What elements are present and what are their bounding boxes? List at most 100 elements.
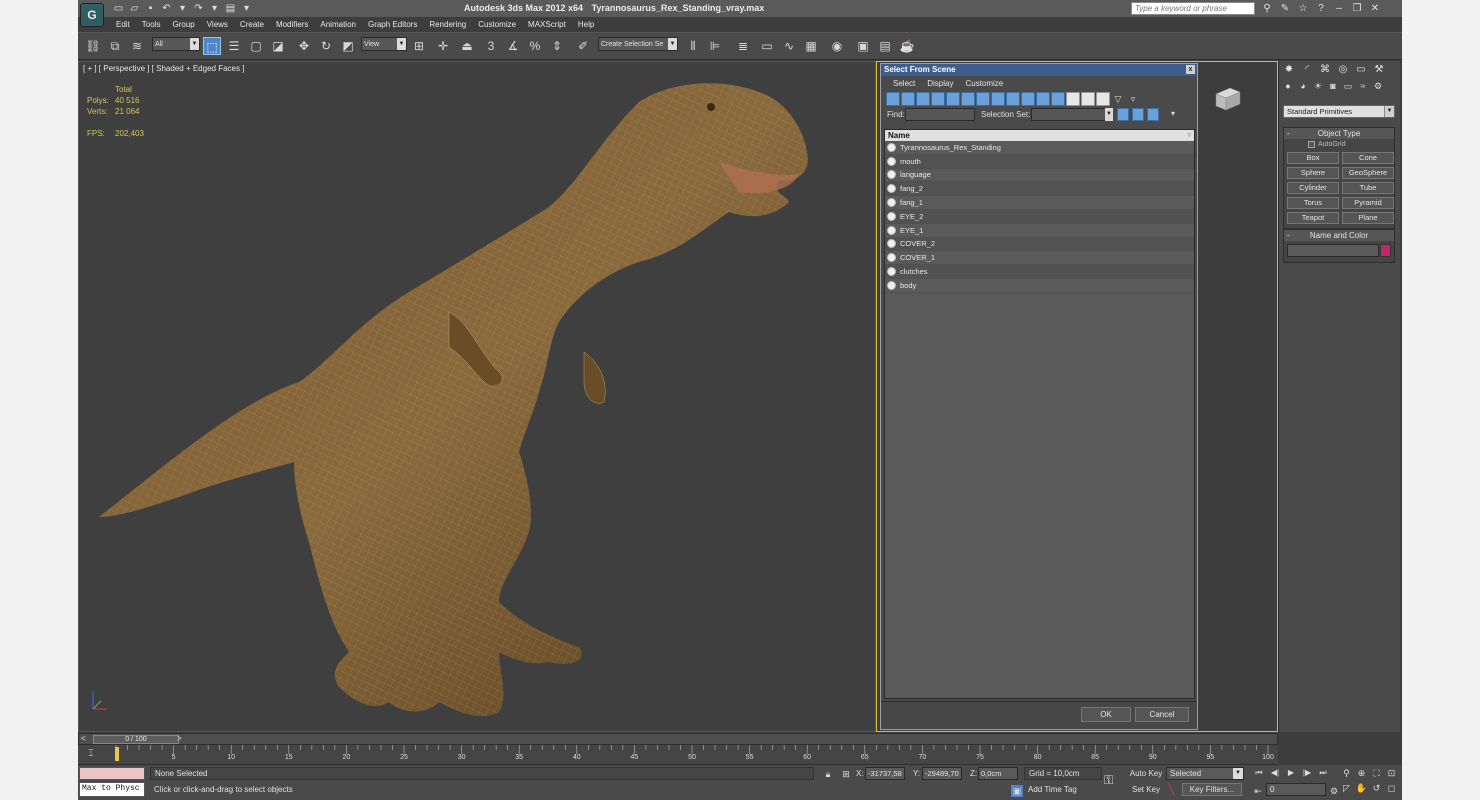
current-frame-input[interactable]: 0 [1266,783,1326,796]
filter-funnel-icon[interactable]: ▽ [1111,92,1125,106]
list-item[interactable]: COVER_1 [885,251,1194,266]
select-and-scale-icon[interactable]: ◩ [339,37,357,55]
geometry-category-icon[interactable]: ● [1281,79,1295,93]
display-groups-icon[interactable] [976,91,990,106]
window-crossing-icon[interactable]: ◪ [269,37,287,55]
next-key-icon[interactable]: |▶ [1300,767,1314,779]
box-button[interactable]: Box [1287,152,1339,164]
render-setup-icon[interactable]: ▣ [854,37,872,55]
restore-icon[interactable]: ❐ [1350,2,1364,16]
absolute-mode-icon[interactable]: ⊞ [840,768,852,780]
list-item[interactable]: body [885,279,1194,293]
display-all-icon[interactable] [1066,91,1080,106]
pyramid-button[interactable]: Pyramid [1342,197,1394,209]
edit-named-selection-icon[interactable]: ✐ [574,37,592,55]
lights-category-icon[interactable]: ☀ [1311,79,1325,93]
sphere-button[interactable]: Sphere [1287,167,1339,179]
find-input[interactable] [905,108,975,121]
list-item[interactable]: mouth [885,154,1194,169]
list-item[interactable]: Tyrannosaurus_Rex_Standing [885,141,1194,155]
primitive-type-dropdown[interactable]: Standard Primitives ▼ [1283,105,1395,118]
display-tab-icon[interactable]: ▭ [1353,63,1369,77]
zoom-extents-all-icon[interactable]: ⊡ [1385,767,1398,780]
maxscript-mini-listener[interactable]: Max to Physc [79,782,145,797]
reference-coordinate-dropdown[interactable]: View ▼ [361,37,407,51]
search-input[interactable]: Type a keyword or phrase [1131,2,1255,15]
field-of-view-icon[interactable]: ◸ [1340,782,1353,795]
autogrid-checkbox[interactable]: AutoGrid [1284,139,1394,150]
add-time-tag[interactable]: Add Time Tag [1028,785,1077,794]
menu-edit[interactable]: Edit [110,18,136,32]
layer-manager-icon[interactable]: ≣ [734,37,752,55]
material-editor-icon[interactable]: ◉ [828,37,846,55]
mini-curve-editor-icon[interactable]: ⌶ [84,748,98,760]
go-to-start-icon[interactable]: ⏮ [1252,767,1266,779]
set-key-pencil-icon[interactable]: ╲ [1168,783,1175,796]
customize-qat-icon[interactable]: ▾ [240,2,253,15]
unlink-icon[interactable]: ⧉ [106,37,124,55]
list-item[interactable]: fang_1 [885,196,1194,210]
filter-options-icon[interactable]: ▿ [1126,92,1140,106]
menu-tools[interactable]: Tools [136,18,167,32]
helpers-category-icon[interactable]: ▭ [1341,79,1355,93]
name-and-color-header[interactable]: - Name and Color [1284,230,1394,241]
menu-create[interactable]: Create [234,18,270,32]
list-item[interactable]: EYE_2 [885,209,1194,224]
link-icon[interactable]: ⛓ [84,37,102,55]
align-icon[interactable]: ⊫ [706,37,724,55]
redo-dropdown-icon[interactable]: ▾ [208,2,221,15]
ok-button[interactable]: OK [1081,707,1131,722]
selection-lock-icon[interactable]: 🔒︎ [822,768,834,780]
display-invert-icon[interactable] [1096,91,1110,106]
select-all-icon[interactable] [1117,108,1129,121]
menu-animation[interactable]: Animation [314,18,362,32]
list-item[interactable]: fang_2 [885,182,1194,197]
pan-icon[interactable]: ✋ [1355,782,1368,795]
save-file-icon[interactable]: ▪ [144,2,157,15]
menu-group[interactable]: Group [166,18,200,32]
y-coordinate-input[interactable]: -29489,70 [922,767,962,780]
display-xrefs-icon[interactable] [991,91,1005,106]
display-space-warps-icon[interactable] [961,91,975,106]
help-icon[interactable]: ? [1314,2,1328,16]
tube-button[interactable]: Tube [1342,182,1394,194]
menu-graph-editors[interactable]: Graph Editors [362,18,423,32]
select-invert-icon[interactable] [1147,108,1159,121]
set-key-button[interactable]: Set Key [1128,783,1164,796]
display-lights-icon[interactable] [916,91,930,106]
t-rex-model[interactable] [79,62,877,733]
shapes-category-icon[interactable]: ◕ [1296,79,1310,93]
x-coordinate-input[interactable]: -31737,58 [865,767,905,780]
display-none-icon[interactable] [1081,91,1095,106]
maxscript-listener-output[interactable] [79,767,145,780]
key-mode-dropdown[interactable]: Selected ▼ [1166,767,1244,780]
cone-button[interactable]: Cone [1342,152,1394,164]
display-containers-icon[interactable] [1021,91,1035,106]
cameras-category-icon[interactable]: ◙ [1326,79,1340,93]
chevron-down-icon[interactable]: ▼ [1105,108,1113,121]
key-mode-toggle-icon[interactable]: ⇤ [1252,785,1264,797]
snaps-toggle-icon[interactable]: 3 [482,37,500,55]
key-icon[interactable]: ⚿ [1104,773,1113,788]
menu-maxscript[interactable]: MAXScript [522,18,572,32]
render-production-icon[interactable]: ☕ [898,37,916,55]
hierarchy-tab-icon[interactable]: ⌘ [1317,63,1333,77]
previous-frame-button[interactable]: < [81,734,86,743]
viewcube-icon[interactable] [1212,84,1242,112]
modify-tab-icon[interactable]: ◜ [1299,63,1315,77]
display-frozen-icon[interactable] [1036,91,1050,106]
cylinder-button[interactable]: Cylinder [1287,182,1339,194]
z-coordinate-input[interactable]: 0,0cm [978,767,1018,780]
menu-customize[interactable]: Customize [472,18,522,32]
maximize-viewport-icon[interactable]: ◻ [1385,782,1398,795]
named-selection-set-dropdown[interactable]: Create Selection Se ▼ [598,37,678,51]
add-time-tag-icon[interactable]: ▣ [1011,785,1023,797]
undo-icon[interactable]: ↶ [160,2,173,15]
motion-tab-icon[interactable]: ◎ [1335,63,1351,77]
spinner-snap-icon[interactable]: ⇕ [548,37,566,55]
zoom-all-icon[interactable]: ⊕ [1355,767,1368,780]
pivot-center-icon[interactable]: ⊞ [410,37,428,55]
list-item[interactable]: EYE_1 [885,224,1194,238]
project-folder-icon[interactable]: ▤ [224,2,237,15]
space-warps-category-icon[interactable]: ≈ [1356,79,1370,93]
